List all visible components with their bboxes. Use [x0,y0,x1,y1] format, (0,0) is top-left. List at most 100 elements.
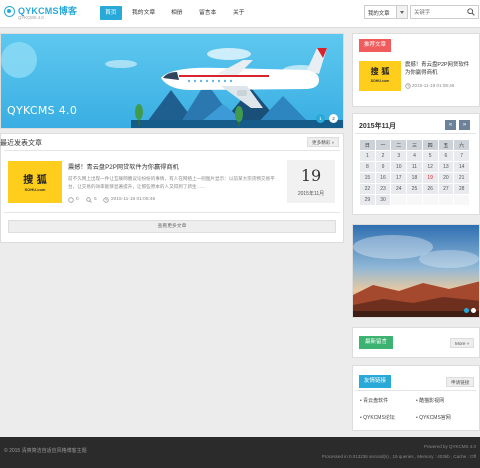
footer-stats: Processed in 0.013236 second(s) , 19 que… [321,454,476,459]
load-more-button[interactable]: 查看更多文章 [8,220,336,233]
calendar-day[interactable]: 24 [390,183,408,195]
search-type-select[interactable]: 我的文章 [364,5,408,19]
link-item[interactable]: • 青云盘软件 [360,397,388,404]
post-thumbnail[interactable]: 搜 狐 SOHU.com [8,161,62,203]
calendar-day[interactable]: 30 [374,194,392,206]
clock-icon [405,83,411,89]
calendar-day[interactable]: 21 [453,172,470,184]
footer-copyright: © 2015 清爽简洁自适应风格博客主题 [4,448,87,454]
calendar-day[interactable]: 23 [374,183,392,195]
calendar-day[interactable]: 27 [437,183,455,195]
photo-dot-1[interactable] [464,308,469,313]
thumb-url-text: SOHU.com [24,187,46,192]
apply-link-button[interactable]: 申请链接 [446,377,475,387]
calendar-day[interactable]: 29 [359,194,376,206]
calendar-empty [390,194,408,206]
calendar-empty [437,194,455,206]
calendar-day[interactable]: 20 [437,172,455,184]
site-logo[interactable]: QYKCMS博客 QYKCMS 4.0 [4,4,77,22]
more-posts-button[interactable]: 更多精彩 » [307,137,340,147]
divider [4,150,340,151]
calendar-day[interactable]: 22 [359,183,376,195]
nav-item-about[interactable]: 关于 [228,6,250,20]
calendar-empty [453,194,470,206]
calendar-day[interactable]: 18 [406,172,423,184]
nav-item-home[interactable]: 首页 [100,6,122,20]
calendar-day[interactable]: 3 [390,150,408,162]
logo-icon [4,6,15,17]
nav-item-articles[interactable]: 我的文章 [127,6,160,20]
calendar-day[interactable]: 8 [359,161,376,173]
calendar-day[interactable]: 2 [374,150,392,162]
calendar-day[interactable]: 4 [406,150,423,162]
calendar-day[interactable]: 14 [453,161,470,173]
divider [4,212,340,213]
calendar-day[interactable]: 16 [374,172,392,184]
post-views: 5 [94,197,97,202]
calendar-day[interactable]: 12 [421,161,439,173]
calendar-day[interactable]: 6 [437,150,455,162]
nav-item-album[interactable]: 相册 [166,6,188,20]
nav-item-guestbook[interactable]: 留言本 [194,6,221,20]
link-label: 青云盘软件 [363,398,389,404]
weekday-mon: 一 [374,139,392,151]
calendar-day[interactable]: 10 [390,161,408,173]
site-header: QYKCMS博客 QYKCMS 4.0 首页 我的文章 相册 留言本 关于 我的… [0,0,480,28]
recommended-thumbnail[interactable]: 搜 狐 SOHU.com [359,61,401,91]
photo-slider[interactable] [352,224,480,318]
calendar-day[interactable]: 13 [437,161,455,173]
calendar-day[interactable]: 7 [453,150,470,162]
search-input[interactable] [414,7,464,18]
calendar-day-today[interactable]: 19 [421,172,439,184]
post-time: 2015-11-18 01:08:46 [111,197,156,202]
guestbook-more-button[interactable]: More » [450,338,475,348]
calendar-day[interactable]: 15 [359,172,376,184]
site-footer: © 2015 清爽简洁自适应风格博客主题 Powered by QYKCMS 4… [0,437,480,468]
slide-dot-2[interactable]: 2 [329,114,338,123]
calendar-day[interactable]: 1 [359,150,376,162]
thumb-logo-text: 搜 狐 [23,175,47,186]
calendar-day[interactable]: 28 [453,183,470,195]
calendar-day[interactable]: 25 [406,183,423,195]
logo-version: QYKCMS 4.0 [18,15,44,20]
thumb-url-text: SOHU.com [370,79,390,83]
calendar-day[interactable]: 11 [406,161,423,173]
calendar-day[interactable]: 5 [421,150,439,162]
views-icon [86,197,92,203]
weekday-fri: 五 [437,139,455,151]
chevron-down-icon[interactable] [396,6,407,18]
calendar-prev-button[interactable]: « [445,120,456,130]
comment-icon [68,197,74,203]
photo-dot-2[interactable] [471,308,476,313]
post-excerpt: 前不久网上出现一件让互联网圈议论纷纷的事情，有人在网络上一则图片显示：以前某大宗… [68,176,275,189]
slide-dot-1[interactable]: 1 [316,114,325,123]
weekday-thu: 四 [421,139,439,151]
weekday-wed: 三 [406,139,423,151]
post-comments: 0 [76,197,79,202]
recent-posts-title: 最近发表文章 [0,140,42,147]
banner-slider[interactable]: QYKCMS 4.0 [0,33,344,129]
weekday-sat: 六 [453,139,470,151]
calendar-empty [421,194,439,206]
footer-powered: Powered by QYKCMS 4.0 [423,444,476,449]
link-item[interactable]: • QYKCMS论坛 [360,414,395,421]
link-item[interactable]: • QYKCMS官网 [416,414,451,421]
calendar-day[interactable]: 17 [390,172,408,184]
link-label: QYKCMS官网 [419,415,451,421]
recommended-title[interactable]: 震撼！青云盘P2P网贷软件为你赢得商机 [405,61,473,77]
weekday-sun: 日 [359,139,376,151]
post-date-box: 19 2015年11月 [287,160,335,203]
banner-text: QYKCMS 4.0 [7,104,78,117]
post-title[interactable]: 震撼！青云盘P2P网贷软件为你赢得商机 [68,162,179,171]
link-item[interactable]: • 酷猫影视网 [416,397,444,404]
post-day: 19 [300,166,322,185]
calendar-day[interactable]: 9 [374,161,392,173]
divider [355,390,476,391]
search-icon[interactable] [467,8,475,16]
weekday-tue: 二 [390,139,408,151]
calendar-title: 2015年11月 [359,123,396,130]
calendar-next-button[interactable]: » [459,120,470,130]
calendar-day[interactable]: 26 [421,183,439,195]
link-label: 酷猫影视网 [419,398,445,404]
thumb-logo-text: 搜 狐 [370,66,390,76]
